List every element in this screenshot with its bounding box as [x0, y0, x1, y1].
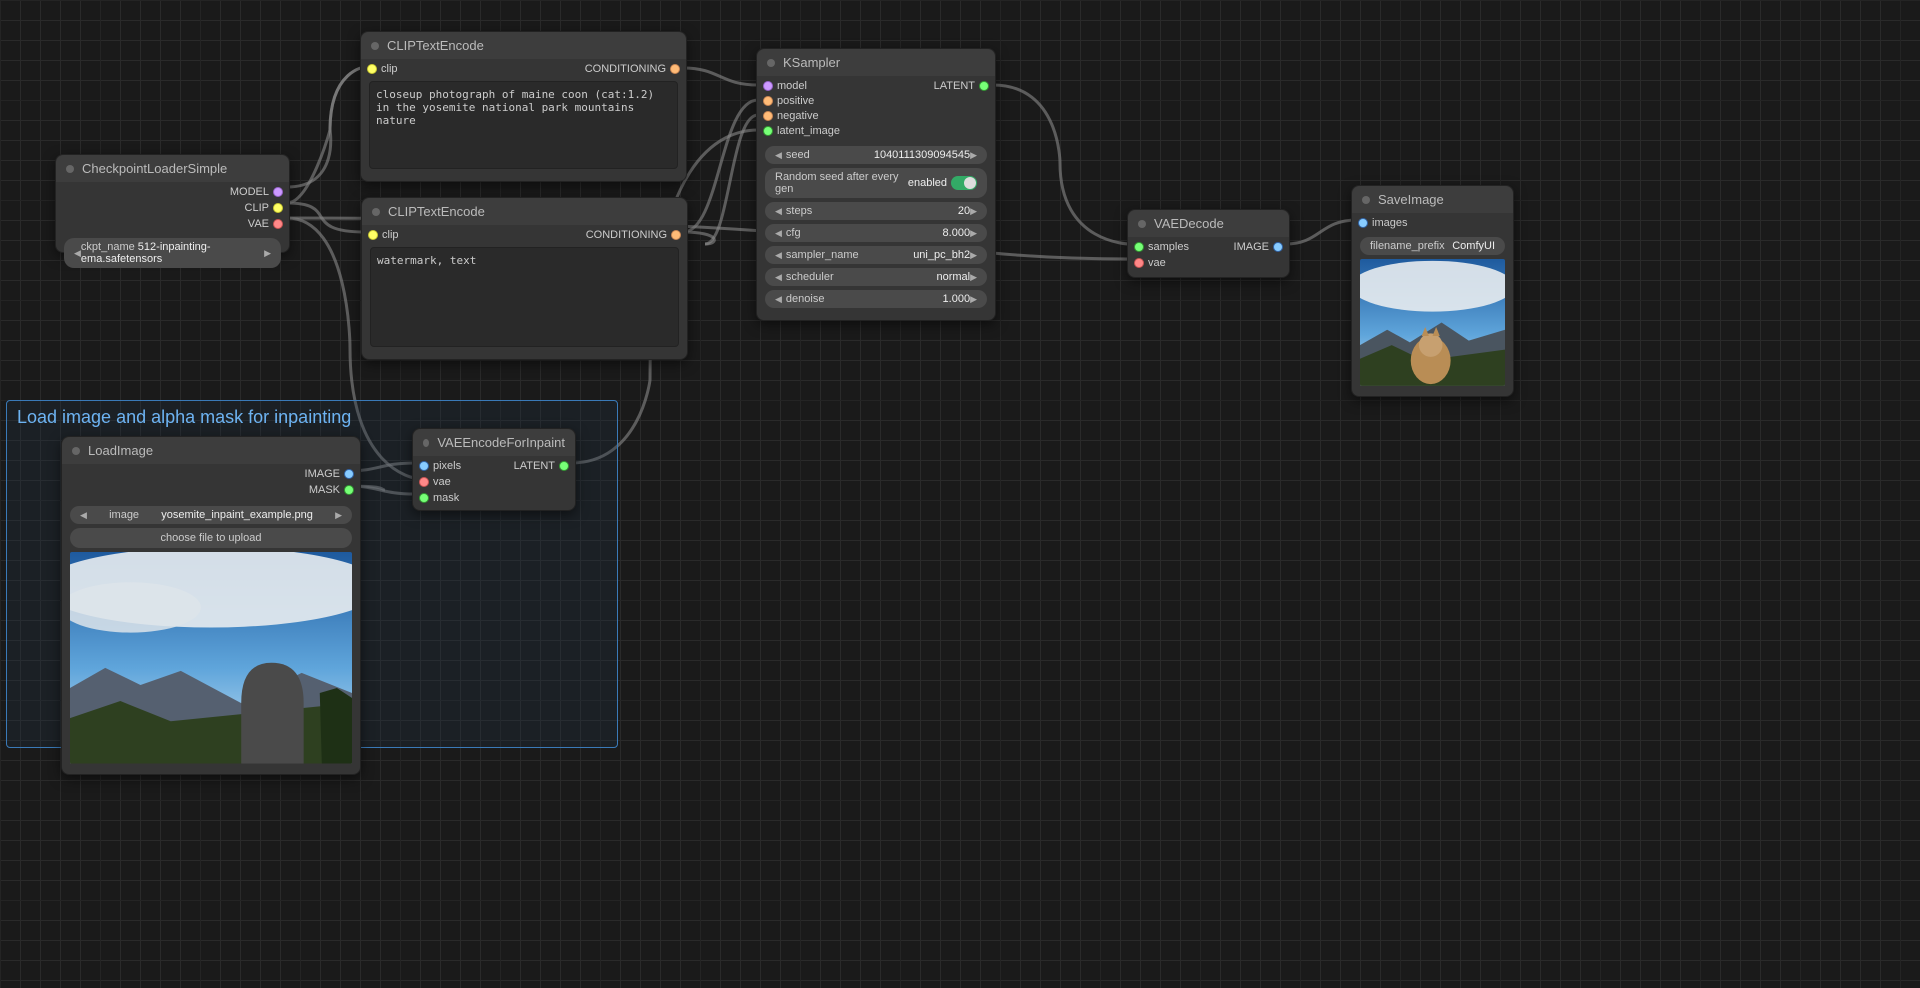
node-loadimage[interactable]: LoadImage IMAGE MASK ◀imageyosemite_inpa… [61, 436, 361, 775]
node-title: SaveImage [1378, 192, 1444, 207]
seed-widget[interactable]: ◀seed1040111309094545▶ [765, 146, 987, 164]
port-label: pixels [433, 460, 461, 472]
port-label: LATENT [514, 460, 555, 472]
port-label: IMAGE [305, 468, 340, 480]
node-header[interactable]: KSampler [757, 49, 995, 76]
collapse-icon[interactable] [72, 447, 80, 455]
node-title: VAEEncodeForInpaint [437, 435, 565, 450]
port-label: CONDITIONING [585, 63, 666, 75]
port-label: MODEL [230, 186, 269, 198]
collapse-icon[interactable] [767, 59, 775, 67]
node-title: VAEDecode [1154, 216, 1224, 231]
choose-file-button[interactable]: choose file to upload [70, 528, 352, 548]
port-label: clip [381, 63, 398, 75]
node-vaeencode-inpaint[interactable]: VAEEncodeForInpaint pixels vae mask LATE… [412, 428, 576, 511]
node-title: CheckpointLoaderSimple [82, 161, 227, 176]
prompt-textarea[interactable]: closeup photograph of maine coon (cat:1.… [369, 81, 678, 169]
filename-widget[interactable]: filename_prefixComfyUI [1360, 237, 1505, 255]
node-clip-positive[interactable]: CLIPTextEncode clip CONDITIONING closeup… [360, 31, 687, 182]
node-title: LoadImage [88, 443, 153, 458]
node-header[interactable]: LoadImage [62, 437, 360, 464]
scheduler-widget[interactable]: ◀schedulernormal▶ [765, 268, 987, 286]
port-label: CLIP [245, 202, 269, 214]
denoise-widget[interactable]: ◀denoise1.000▶ [765, 290, 987, 308]
node-header[interactable]: CLIPTextEncode [362, 198, 687, 225]
collapse-icon[interactable] [1138, 220, 1146, 228]
node-header[interactable]: CheckpointLoaderSimple [56, 155, 289, 182]
port-label: positive [777, 95, 814, 107]
output-image-preview[interactable] [1360, 259, 1505, 386]
prompt-textarea[interactable]: watermark, text [370, 247, 679, 347]
port-label: model [777, 80, 807, 92]
collapse-icon[interactable] [371, 42, 379, 50]
port-label: negative [777, 110, 819, 122]
port-label: images [1372, 217, 1407, 229]
node-title: CLIPTextEncode [387, 38, 484, 53]
collapse-icon[interactable] [423, 439, 429, 447]
ckpt-name-widget[interactable]: ◀ ckpt_name 512-inpainting-ema.safetenso… [64, 238, 281, 268]
port-label: LATENT [934, 80, 975, 92]
node-header[interactable]: VAEDecode [1128, 210, 1289, 237]
collapse-icon[interactable] [1362, 196, 1370, 204]
node-clip-negative[interactable]: CLIPTextEncode clip CONDITIONING waterma… [361, 197, 688, 360]
node-header[interactable]: VAEEncodeForInpaint [413, 429, 575, 456]
node-canvas[interactable]: Load image and alpha mask for inpainting… [0, 0, 1920, 988]
port-label: MASK [309, 484, 340, 496]
port-label: CONDITIONING [586, 229, 667, 241]
node-header[interactable]: CLIPTextEncode [361, 32, 686, 59]
port-label: clip [382, 229, 399, 241]
port-label: VAE [248, 218, 269, 230]
steps-widget[interactable]: ◀steps20▶ [765, 202, 987, 220]
node-vaedecode[interactable]: VAEDecode samples vae IMAGE [1127, 209, 1290, 278]
chevron-right-icon[interactable]: ▶ [264, 248, 271, 259]
sampler-widget[interactable]: ◀sampler_nameuni_pc_bh2▶ [765, 246, 987, 264]
cfg-widget[interactable]: ◀cfg8.000▶ [765, 224, 987, 242]
port-label: IMAGE [1234, 241, 1269, 253]
random-seed-widget[interactable]: Random seed after every genenabled [765, 168, 987, 198]
node-header[interactable]: SaveImage [1352, 186, 1513, 213]
port-label: vae [1148, 257, 1166, 269]
node-ksampler[interactable]: KSampler model positive negative latent_… [756, 48, 996, 321]
image-file-widget[interactable]: ◀imageyosemite_inpaint_example.png▶ [70, 506, 352, 524]
port-label: samples [1148, 241, 1189, 253]
chevron-left-icon[interactable]: ◀ [74, 248, 81, 259]
input-image-preview[interactable] [70, 552, 352, 764]
port-label: vae [433, 476, 451, 488]
collapse-icon[interactable] [66, 165, 74, 173]
port-label: latent_image [777, 125, 840, 137]
node-checkpoint-loader[interactable]: CheckpointLoaderSimple MODEL CLIP VAE ◀ … [55, 154, 290, 253]
node-title: KSampler [783, 55, 840, 70]
port-label: mask [433, 492, 459, 504]
toggle-icon[interactable] [951, 176, 977, 190]
node-title: CLIPTextEncode [388, 204, 485, 219]
collapse-icon[interactable] [372, 208, 380, 216]
node-saveimage[interactable]: SaveImage images filename_prefixComfyUI [1351, 185, 1514, 397]
